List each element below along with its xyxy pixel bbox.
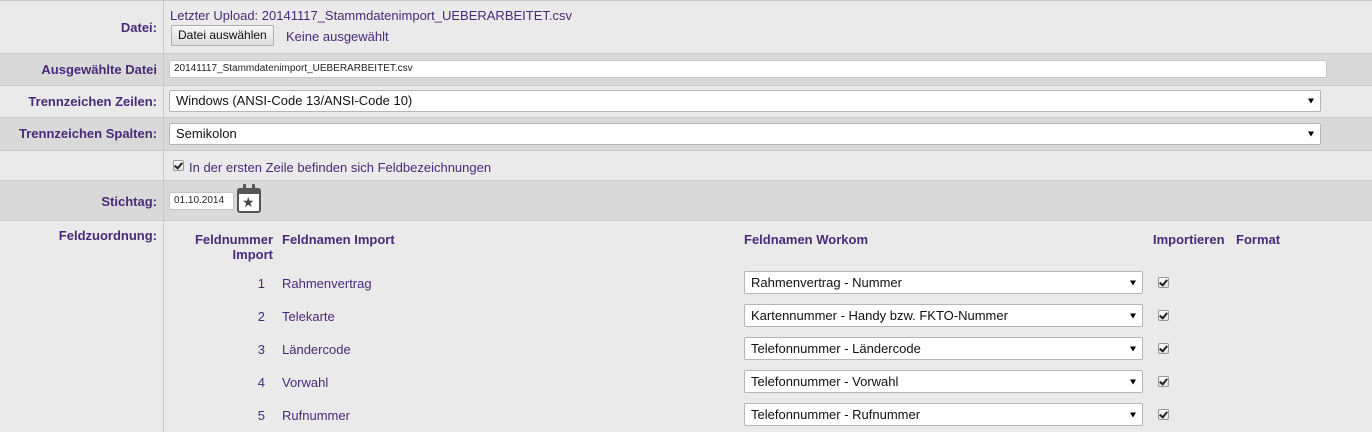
mapping-import-checkbox[interactable] bbox=[1158, 310, 1169, 321]
row-delimiter-row: Trennzeichen Zeilen: Windows (ANSI-Code … bbox=[0, 85, 1372, 117]
chevron-down-icon bbox=[1130, 346, 1136, 351]
mapping-import-checkbox[interactable] bbox=[1158, 343, 1169, 354]
header-row-value: In der ersten Zeile befinden sich Feldbe… bbox=[165, 151, 1372, 180]
chevron-down-icon bbox=[1130, 412, 1136, 417]
selected-file-label: Ausgewählte Datei bbox=[0, 54, 164, 85]
key-date-label: Stichtag: bbox=[0, 181, 164, 220]
calendar-ring bbox=[252, 184, 255, 190]
column-delimiter-label-text: Trennzeichen Spalten: bbox=[19, 126, 157, 141]
mapping-workom-select[interactable]: Rahmenvertrag - Nummer bbox=[744, 271, 1143, 294]
choose-file-button[interactable]: Datei auswählen bbox=[171, 25, 274, 46]
column-header-format: Format bbox=[1236, 232, 1281, 247]
chevron-down-icon bbox=[1308, 131, 1314, 137]
row-delimiter-label: Trennzeichen Zeilen: bbox=[0, 86, 164, 117]
mapping-number: 5 bbox=[257, 408, 265, 423]
no-file-text: Keine ausgewählt bbox=[286, 29, 389, 44]
chevron-down-icon bbox=[1130, 313, 1136, 318]
mapping-workom-select[interactable]: Kartennummer - Handy bzw. FKTO-Nummer bbox=[744, 304, 1143, 327]
last-upload-text: Letzter Upload: 20141117_Stammdatenimpor… bbox=[170, 8, 572, 23]
import-form: Datei: Letzter Upload: 20141117_Stammdat… bbox=[0, 0, 1372, 432]
column-delimiter-value: Semikolon bbox=[165, 118, 1372, 150]
mapping-workom-selected: Telefonnummer - Ländercode bbox=[751, 341, 921, 356]
selected-file-row: Ausgewählte Datei 20141117_Stammdatenimp… bbox=[0, 53, 1372, 85]
mapping-label-text: Feldzuordnung: bbox=[58, 228, 157, 243]
mapping-import-name: Ländercode bbox=[282, 342, 351, 357]
column-delimiter-select[interactable]: Semikolon bbox=[169, 123, 1321, 145]
row-delimiter-selected: Windows (ANSI-Code 13/ANSI-Code 10) bbox=[176, 93, 413, 108]
mapping-import-checkbox[interactable] bbox=[1158, 277, 1169, 288]
mapping-import-checkbox[interactable] bbox=[1158, 376, 1169, 387]
header-row-option: In der ersten Zeile befinden sich Feldbe… bbox=[0, 150, 1372, 180]
file-label-text: Datei: bbox=[120, 20, 157, 35]
mapping-label: Feldzuordnung: bbox=[0, 221, 164, 432]
row-delimiter-value: Windows (ANSI-Code 13/ANSI-Code 10) bbox=[165, 86, 1372, 117]
column-header-number-line2: Import bbox=[232, 247, 273, 262]
calendar-star-icon[interactable]: ★ bbox=[237, 184, 261, 213]
row-delimiter-label-text: Trennzeichen Zeilen: bbox=[28, 94, 157, 109]
mapping-workom-selected: Telefonnummer - Rufnummer bbox=[751, 407, 921, 422]
file-row: Datei: Letzter Upload: 20141117_Stammdat… bbox=[0, 0, 1372, 53]
key-date-input[interactable]: 01.10.2014 bbox=[169, 192, 234, 210]
selected-file-label-text: Ausgewählte Datei bbox=[41, 62, 157, 77]
file-label: Datei: bbox=[0, 1, 164, 53]
mapping-workom-select[interactable]: Telefonnummer - Vorwahl bbox=[744, 370, 1143, 393]
star-icon: ★ bbox=[242, 194, 255, 210]
mapping-workom-selected: Kartennummer - Handy bzw. FKTO-Nummer bbox=[751, 308, 1008, 323]
mapping-number: 1 bbox=[257, 276, 265, 291]
selected-file-value: 20141117_Stammdatenimport_UEBERARBEITET.… bbox=[165, 54, 1372, 85]
column-delimiter-label: Trennzeichen Spalten: bbox=[0, 118, 164, 150]
key-date-label-text: Stichtag: bbox=[101, 194, 157, 209]
chevron-down-icon bbox=[1308, 98, 1314, 104]
column-header-import: Importieren bbox=[1153, 232, 1225, 247]
key-date-row: Stichtag: 01.10.2014 ★ bbox=[0, 180, 1372, 220]
column-delimiter-selected: Semikolon bbox=[176, 126, 237, 141]
file-value: Letzter Upload: 20141117_Stammdatenimpor… bbox=[165, 1, 1372, 53]
mapping-import-checkbox[interactable] bbox=[1158, 409, 1169, 420]
mapping-table: Feldnummer Import Feldnamen Import Feldn… bbox=[165, 221, 1372, 432]
column-delimiter-row: Trennzeichen Spalten: Semikolon bbox=[0, 117, 1372, 150]
mapping-workom-select[interactable]: Telefonnummer - Ländercode bbox=[744, 337, 1143, 360]
mapping-import-name: Rufnummer bbox=[282, 408, 350, 423]
mapping-workom-select[interactable]: Telefonnummer - Rufnummer bbox=[744, 403, 1143, 426]
column-header-workom-name: Feldnamen Workom bbox=[744, 232, 869, 247]
mapping-number: 2 bbox=[257, 309, 265, 324]
chevron-down-icon bbox=[1130, 379, 1136, 384]
mapping-number: 3 bbox=[257, 342, 265, 357]
mapping-import-name: Vorwahl bbox=[282, 375, 329, 390]
mapping-import-name: Telekarte bbox=[282, 309, 335, 324]
header-row-checkbox[interactable] bbox=[173, 160, 184, 171]
mapping-workom-selected: Telefonnummer - Vorwahl bbox=[751, 374, 899, 389]
mapping-workom-selected: Rahmenvertrag - Nummer bbox=[751, 275, 902, 290]
mapping-row: Feldzuordnung: Feldnummer Import Feldnam… bbox=[0, 220, 1372, 432]
mapping-number: 4 bbox=[257, 375, 265, 390]
header-row-text: In der ersten Zeile befinden sich Feldbe… bbox=[189, 160, 492, 175]
selected-file-input[interactable]: 20141117_Stammdatenimport_UEBERARBEITET.… bbox=[169, 60, 1327, 78]
mapping-import-name: Rahmenvertrag bbox=[282, 276, 372, 291]
column-header-import-name: Feldnamen Import bbox=[282, 232, 395, 247]
key-date-value: 01.10.2014 ★ bbox=[165, 181, 1372, 220]
calendar-ring bbox=[243, 184, 246, 190]
column-header-number: Feldnummer bbox=[194, 232, 273, 247]
row-delimiter-select[interactable]: Windows (ANSI-Code 13/ANSI-Code 10) bbox=[169, 90, 1321, 112]
header-row-label-cell bbox=[0, 151, 164, 180]
chevron-down-icon bbox=[1130, 280, 1136, 285]
